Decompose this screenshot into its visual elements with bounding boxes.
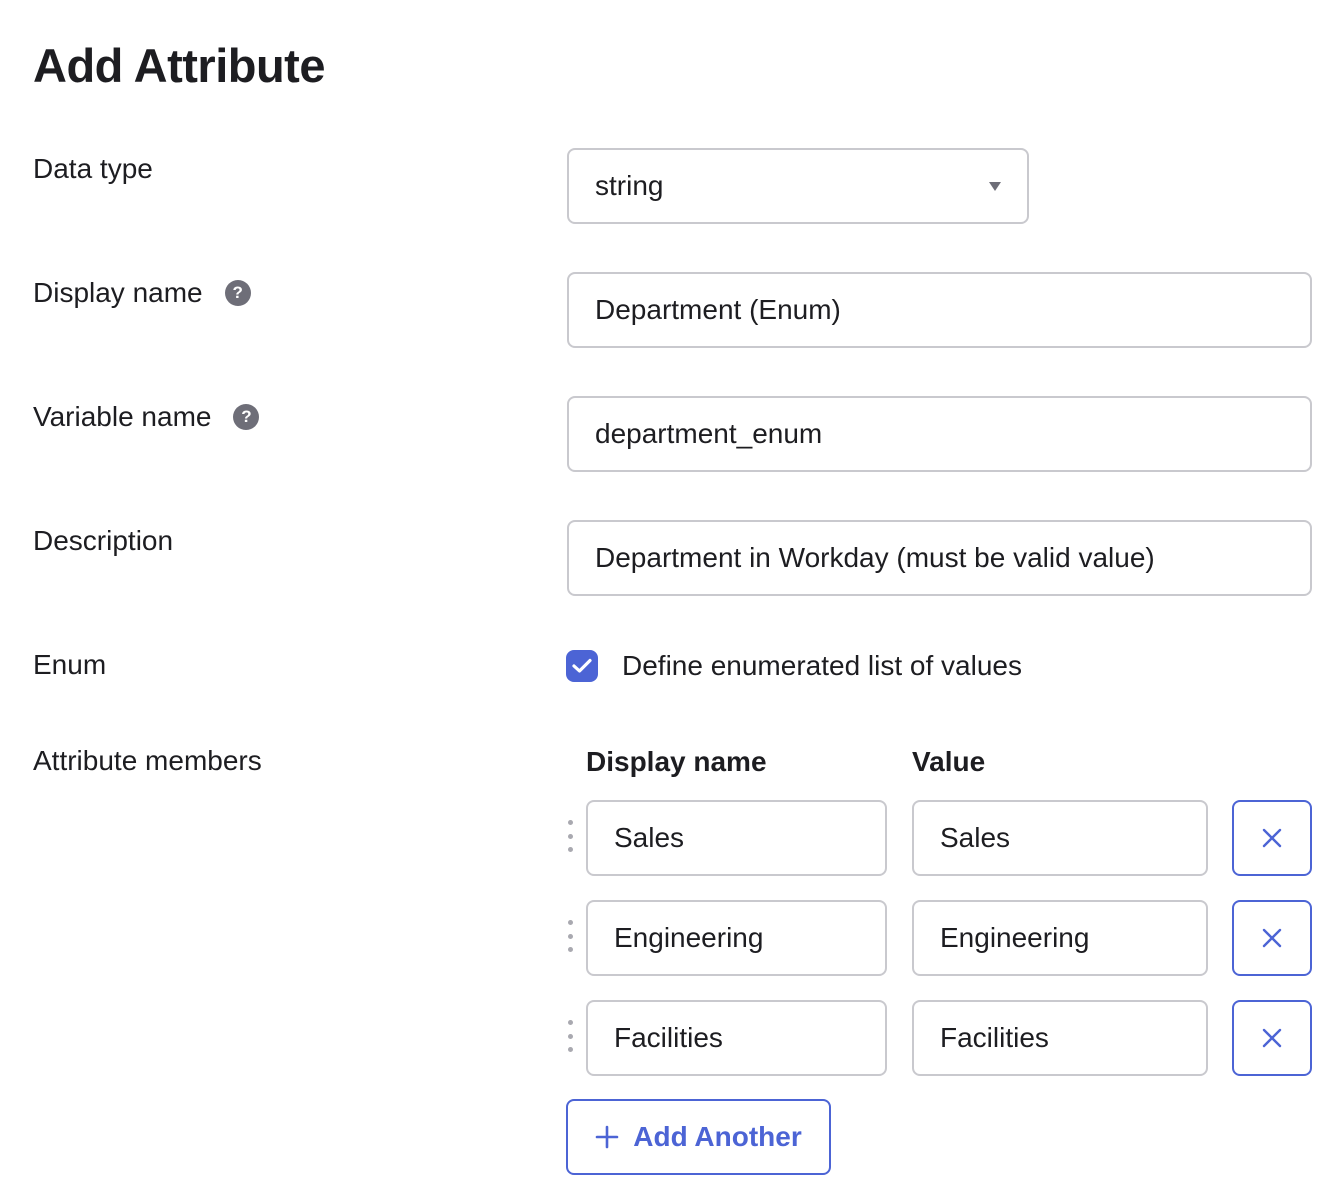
attribute-members-label: Attribute members bbox=[33, 745, 262, 776]
check-icon bbox=[572, 658, 592, 673]
description-label: Description bbox=[33, 525, 174, 556]
page-title: Add Attribute bbox=[33, 39, 325, 92]
drag-handle-icon[interactable] bbox=[566, 820, 574, 852]
add-another-label: Add Another bbox=[633, 1121, 802, 1152]
enum-checkbox-row[interactable]: Define enumerated list of values bbox=[566, 650, 1022, 682]
question-circle-icon[interactable]: ? bbox=[224, 280, 251, 306]
member-display-name-input[interactable]: Sales bbox=[586, 800, 887, 876]
enum-checkbox-label: Define enumerated list of values bbox=[622, 650, 1022, 681]
members-col-value: Value bbox=[912, 746, 986, 777]
member-value-input[interactable]: Engineering bbox=[912, 900, 1208, 976]
description-value: Department in Workday (must be valid val… bbox=[595, 542, 1155, 573]
drag-handle-icon[interactable] bbox=[566, 1020, 574, 1052]
remove-member-button[interactable] bbox=[1232, 900, 1312, 976]
add-another-button[interactable]: Add Another bbox=[566, 1099, 831, 1175]
data-type-value: string bbox=[595, 170, 664, 201]
display-name-value: Department (Enum) bbox=[595, 294, 841, 325]
variable-name-input[interactable]: department_enum bbox=[567, 396, 1312, 472]
close-icon bbox=[1262, 828, 1282, 848]
member-display-name-input[interactable]: Facilities bbox=[586, 1000, 887, 1076]
close-icon bbox=[1262, 1028, 1282, 1048]
drag-handle-icon[interactable] bbox=[566, 920, 574, 952]
data-type-label: Data type bbox=[33, 153, 153, 184]
remove-member-button[interactable] bbox=[1232, 800, 1312, 876]
member-value-input[interactable]: Sales bbox=[912, 800, 1208, 876]
plus-icon bbox=[595, 1125, 619, 1149]
description-input[interactable]: Department in Workday (must be valid val… bbox=[567, 520, 1312, 596]
display-name-label: Display name ? bbox=[33, 277, 251, 309]
enum-label: Enum bbox=[33, 649, 107, 680]
member-value-input[interactable]: Facilities bbox=[912, 1000, 1208, 1076]
remove-member-button[interactable] bbox=[1232, 1000, 1312, 1076]
close-icon bbox=[1262, 928, 1282, 948]
member-display-name-input[interactable]: Engineering bbox=[586, 900, 887, 976]
display-name-input[interactable]: Department (Enum) bbox=[567, 272, 1312, 348]
caret-down-icon bbox=[989, 181, 1001, 191]
enum-checkbox[interactable] bbox=[566, 650, 598, 682]
data-type-select[interactable]: string bbox=[567, 148, 1029, 224]
variable-name-label: Variable name ? bbox=[33, 401, 260, 433]
question-circle-icon[interactable]: ? bbox=[233, 404, 260, 430]
variable-name-value: department_enum bbox=[595, 418, 823, 449]
members-col-display-name: Display name bbox=[586, 746, 767, 777]
